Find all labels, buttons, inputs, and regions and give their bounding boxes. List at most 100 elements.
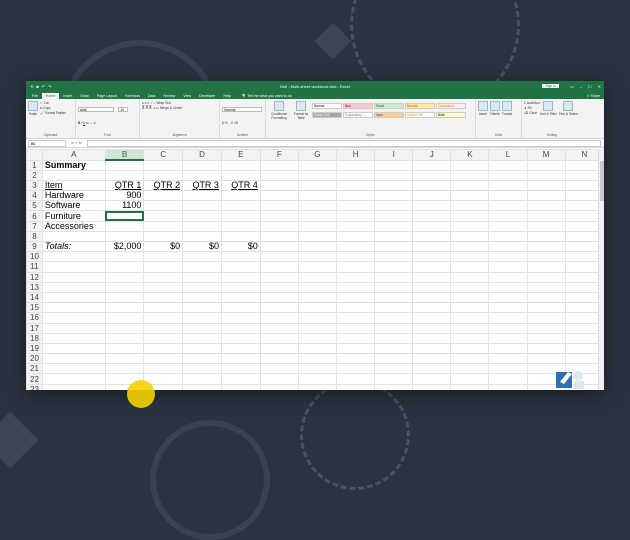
cell-g4[interactable] (297, 190, 338, 202)
row-header[interactable]: 9 (26, 240, 43, 253)
cell-c12[interactable] (143, 271, 184, 283)
cell-k21[interactable] (450, 363, 490, 375)
cell-f3[interactable] (259, 179, 299, 192)
column-header-j[interactable]: J (412, 149, 452, 161)
cell-c2[interactable] (143, 169, 184, 181)
cell-c5[interactable] (143, 200, 184, 212)
cell-l17[interactable] (488, 322, 528, 334)
cell-style-check-cell[interactable]: Check Cell (312, 111, 342, 118)
cell-h17[interactable] (335, 322, 376, 334)
enter-icon[interactable]: ✓ (75, 141, 78, 145)
paste-button[interactable]: Paste (28, 101, 38, 116)
cell-g18[interactable] (297, 332, 338, 344)
fx-icon[interactable]: fx (79, 141, 82, 145)
cell-f22[interactable] (259, 373, 299, 385)
cell-f21[interactable] (259, 363, 299, 375)
cell-a18[interactable] (41, 332, 106, 344)
cell-j21[interactable] (412, 363, 452, 375)
column-header-e[interactable]: E (220, 149, 261, 161)
wrap-text-button[interactable]: ⤶ Wrap Text (154, 101, 171, 105)
cell-b14[interactable] (104, 291, 145, 304)
cell-d1[interactable] (182, 159, 222, 171)
cell-k4[interactable] (450, 190, 490, 202)
cell-m9[interactable] (526, 240, 566, 253)
cell-d19[interactable] (182, 342, 222, 355)
cell-h1[interactable] (335, 159, 376, 171)
cell-f7[interactable] (259, 220, 299, 232)
align-top-icon[interactable]: ≡ (142, 101, 144, 105)
cell-l1[interactable] (488, 159, 528, 171)
cell-l15[interactable] (488, 302, 528, 314)
cell-k20[interactable] (450, 353, 490, 365)
cell-i2[interactable] (374, 169, 414, 181)
row-header[interactable]: 3 (26, 179, 43, 192)
cell-f4[interactable] (259, 190, 299, 202)
cell-j13[interactable] (412, 281, 452, 293)
cell-b19[interactable] (104, 342, 145, 355)
row-header[interactable]: 15 (26, 302, 43, 314)
row-header[interactable]: 12 (26, 271, 43, 283)
align-middle-icon[interactable]: ≡ (145, 101, 147, 105)
cell-d18[interactable] (182, 332, 222, 344)
underline-button[interactable]: U (83, 121, 85, 125)
cell-j17[interactable] (412, 322, 452, 334)
cell-a2[interactable] (41, 169, 106, 181)
column-header-d[interactable]: D (182, 149, 222, 161)
cell-d4[interactable] (182, 190, 222, 202)
cell-j3[interactable] (412, 179, 452, 192)
cell-j2[interactable] (412, 169, 452, 181)
cell-f18[interactable] (259, 332, 299, 344)
column-header-b[interactable]: B (104, 149, 145, 161)
cell-l19[interactable] (488, 342, 528, 355)
cell-a5[interactable]: Software (41, 200, 106, 212)
cell-f9[interactable] (259, 240, 299, 253)
cell-e13[interactable] (220, 281, 261, 293)
column-header-c[interactable]: C (143, 149, 184, 161)
font-name-select[interactable]: Arial (78, 107, 114, 113)
cell-k2[interactable] (450, 169, 490, 181)
cell-e4[interactable] (220, 190, 261, 202)
cell-m17[interactable] (526, 322, 566, 334)
font-size-select[interactable]: 10 (118, 107, 129, 113)
cell-b2[interactable] (104, 169, 145, 181)
cell-m10[interactable] (526, 251, 566, 263)
cell-e8[interactable] (220, 230, 261, 243)
cell-m12[interactable] (526, 271, 566, 283)
cell-e1[interactable] (220, 159, 261, 171)
cell-k6[interactable] (450, 210, 490, 222)
cell-e22[interactable] (220, 373, 261, 385)
cell-i22[interactable] (374, 373, 414, 385)
row-header[interactable]: 1 (26, 159, 43, 171)
cell-style-linked-cell[interactable]: Linked Cell (405, 111, 435, 118)
cell-m16[interactable] (526, 312, 566, 324)
cell-l8[interactable] (488, 230, 528, 243)
format-as-table-button[interactable]: Format as Table (292, 101, 310, 120)
cell-m14[interactable] (526, 291, 566, 304)
row-header[interactable]: 2 (26, 169, 43, 181)
cell-m19[interactable] (526, 342, 566, 355)
cell-i10[interactable] (374, 251, 414, 263)
cell-c10[interactable] (143, 251, 184, 263)
cell-l3[interactable] (488, 179, 528, 192)
cell-g3[interactable] (297, 179, 338, 192)
fill-color-icon[interactable]: ▲ (90, 121, 93, 125)
cell-a11[interactable] (41, 261, 106, 273)
cell-h9[interactable] (335, 240, 376, 253)
conditional-formatting-button[interactable]: Conditional Formatting (268, 101, 290, 120)
cell-m1[interactable] (526, 159, 566, 171)
cell-m6[interactable] (526, 210, 566, 222)
cell-g19[interactable] (297, 342, 338, 355)
cell-j16[interactable] (412, 312, 452, 324)
row-header[interactable]: 5 (26, 200, 43, 212)
cell-d22[interactable] (182, 373, 222, 385)
row-header[interactable]: 21 (26, 363, 43, 375)
cell-f5[interactable] (259, 200, 299, 212)
bold-button[interactable]: B (78, 121, 80, 125)
cell-d10[interactable] (182, 251, 222, 263)
cell-b4[interactable]: 900 (104, 190, 145, 202)
cell-j5[interactable] (412, 200, 452, 212)
cell-k22[interactable] (450, 373, 490, 385)
cell-g17[interactable] (297, 322, 338, 334)
borders-icon[interactable]: ⊞ (86, 121, 89, 125)
cell-f15[interactable] (259, 302, 299, 314)
